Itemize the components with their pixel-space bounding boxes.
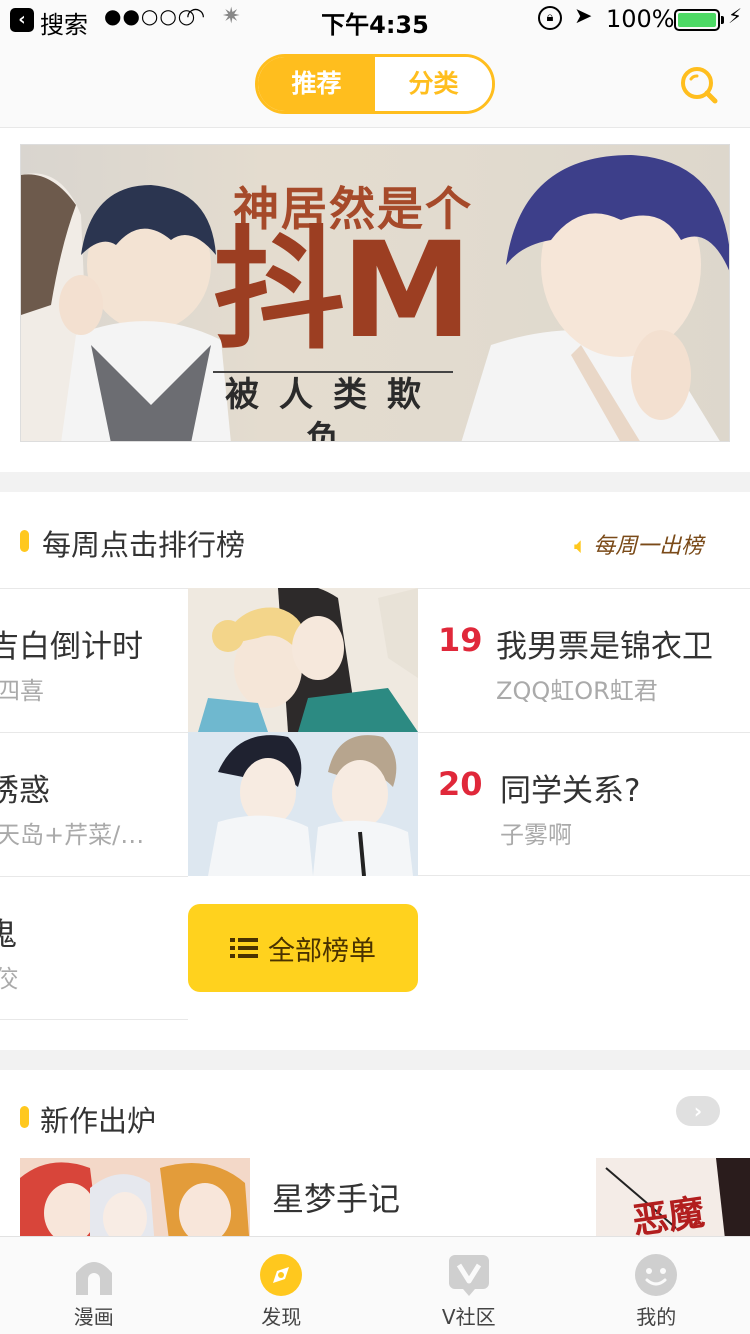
search-icon[interactable] <box>680 66 718 104</box>
location-icon: ➤ <box>574 4 593 29</box>
rank-row-left[interactable]: 诱惑 天岛+芹菜/… <box>0 732 188 876</box>
section-marker <box>20 1106 29 1128</box>
face-icon <box>635 1254 678 1296</box>
compass-icon <box>260 1254 303 1296</box>
rank-name: 吉白倒计时 <box>0 629 143 665</box>
top-nav: 推荐 分类 <box>0 40 750 128</box>
rank-author: 天岛+芹菜/… <box>0 821 145 849</box>
rank-row[interactable]: 20 同学关系? 子雾啊 <box>418 732 750 876</box>
battery-icon <box>674 9 724 31</box>
battery-fill <box>678 13 716 27</box>
all-rankings-button[interactable]: 全部榜单 <box>188 904 418 992</box>
new-comic-cover[interactable]: 恶魔 <box>596 1158 750 1248</box>
tab-me[interactable]: 我的 <box>563 1237 750 1334</box>
v-community-icon <box>448 1255 489 1296</box>
comic-cover[interactable] <box>188 732 418 876</box>
segmented-control: 推荐 分类 <box>255 54 495 114</box>
weekly-badge-text: 每周一出榜 <box>593 534 704 559</box>
section-marker <box>20 530 29 552</box>
promo-banner[interactable]: 神居然是个 抖M 被人类欺负 <box>20 144 730 442</box>
tab-label: 我的 <box>636 1305 677 1329</box>
banner-line-3: 被人类欺负 <box>213 371 453 441</box>
new-comic-title[interactable]: 星梦手记 <box>272 1174 400 1220</box>
battery-percent: 100% <box>606 5 675 33</box>
cover-art <box>20 1158 250 1248</box>
tab-category[interactable]: 分类 <box>375 57 492 111</box>
all-rankings-label: 全部榜单 <box>268 935 376 967</box>
tab-label: 发现 <box>261 1305 302 1329</box>
tab-discover[interactable]: 发现 <box>188 1237 376 1334</box>
rank-row-left[interactable]: 鬼 佼 <box>0 876 188 1020</box>
ranking-title: 每周点击排行榜 <box>42 528 246 562</box>
rotation-lock-icon: 🔒︎ <box>538 6 562 30</box>
weekly-badge: 🔈︎ 每周一出榜 <box>574 528 703 560</box>
tab-bar: 漫画 发现 V社区 我的 <box>0 1236 750 1334</box>
rank-name: 鬼 <box>0 917 17 953</box>
chevron-right-icon[interactable]: › <box>676 1096 720 1126</box>
new-comic-cover[interactable] <box>20 1158 250 1248</box>
tab-comics[interactable]: 漫画 <box>0 1237 188 1334</box>
cover-art <box>188 732 418 876</box>
charging-icon: ⚡︎ <box>728 4 743 28</box>
banner-line-2: 抖M <box>213 214 472 368</box>
comic-cover[interactable] <box>188 588 418 732</box>
status-bar: ‹ 搜索 ●●○○○ ◠ ✷ 下午4:35 🔒︎ ➤ 100% ⚡︎ <box>0 0 750 40</box>
rank-author: 四喜 <box>0 677 44 705</box>
rank-name: 诱惑 <box>0 773 50 809</box>
rank-number: 19 <box>438 621 483 659</box>
rank-number: 20 <box>438 765 483 803</box>
cover-art <box>188 588 418 732</box>
tab-recommend[interactable]: 推荐 <box>258 57 375 111</box>
house-icon <box>75 1262 112 1295</box>
rank-author: 佼 <box>0 965 18 993</box>
rank-author: ZQQ虹OR虹君 <box>496 677 658 705</box>
tab-label: 漫画 <box>73 1305 114 1329</box>
new-section-header: 新作出炉 <box>0 1070 750 1166</box>
section-divider <box>0 472 750 492</box>
page: ‹ 搜索 ●●○○○ ◠ ✷ 下午4:35 🔒︎ ➤ 100% ⚡︎ 推荐 分类 <box>0 0 750 1334</box>
rank-row[interactable]: 19 我男票是锦衣卫 ZQQ虹OR虹君 <box>418 588 750 732</box>
rank-author: 子雾啊 <box>500 821 572 849</box>
tab-label: V社区 <box>441 1305 496 1329</box>
rank-name: 我男票是锦衣卫 <box>496 629 713 665</box>
speaker-icon: 🔈︎ <box>574 534 588 559</box>
new-section-title: 新作出炉 <box>40 1104 157 1138</box>
section-divider <box>0 1050 750 1070</box>
rank-name: 同学关系? <box>500 773 641 809</box>
tab-community[interactable]: V社区 <box>375 1237 563 1334</box>
list-icon <box>230 938 258 958</box>
rank-row-left[interactable]: 吉白倒计时 四喜 <box>0 588 188 732</box>
